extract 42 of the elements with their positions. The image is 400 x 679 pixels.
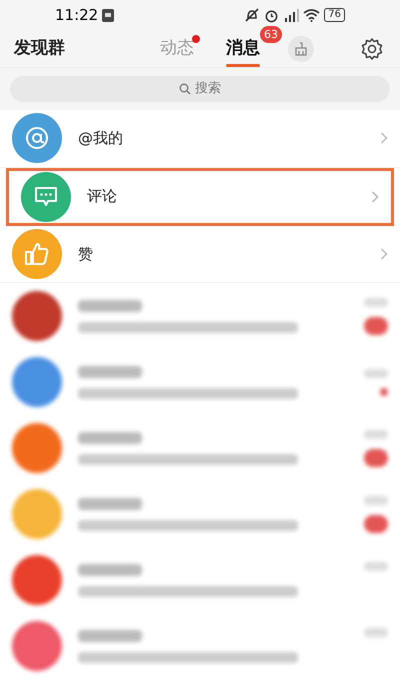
discover-groups-link[interactable]: 发现群 <box>14 36 144 62</box>
blurred-title <box>78 366 142 378</box>
message-category-item[interactable]: 赞 <box>0 226 400 283</box>
blurred-badge <box>364 316 388 334</box>
signal-icon <box>283 8 300 22</box>
blurred-time <box>364 496 388 504</box>
mute-icon <box>244 7 260 23</box>
chevron-right-icon <box>380 248 388 260</box>
search-icon <box>179 83 191 96</box>
thumbs-up-icon <box>24 242 50 266</box>
notification-icon <box>102 8 114 22</box>
blurred-time <box>364 298 388 306</box>
search-placeholder: 搜索 <box>195 80 221 98</box>
blurred-title <box>78 300 142 312</box>
broom-icon <box>294 42 308 56</box>
blurred-title <box>78 564 142 576</box>
broom-button[interactable] <box>288 36 314 62</box>
blurred-time <box>364 628 388 636</box>
category-label: 赞 <box>78 244 94 265</box>
speech-bubble-icon <box>34 186 58 208</box>
message-category-item[interactable]: 评论 <box>6 168 394 226</box>
status-time: 11:22 <box>55 4 98 26</box>
settings-icon[interactable] <box>360 36 384 61</box>
alarm-icon <box>264 8 280 22</box>
blurred-time <box>364 430 388 438</box>
message-category-item[interactable]: @我的 <box>0 110 400 168</box>
chevron-right-icon <box>371 190 379 203</box>
category-label: @我的 <box>78 128 124 150</box>
blurred-time <box>364 368 388 378</box>
blurred-title <box>78 498 142 510</box>
category-label: 评论 <box>87 186 118 208</box>
blurred-title <box>78 630 142 642</box>
blurred-time <box>364 562 388 570</box>
battery-indicator: 76 <box>324 8 345 22</box>
blurred-badge <box>364 514 388 532</box>
tab[interactable]: 消息 <box>226 36 260 62</box>
search-field[interactable]: 搜索 <box>10 76 390 102</box>
chevron-right-icon <box>380 132 388 144</box>
at-sign-icon <box>24 125 50 152</box>
wifi-icon <box>303 8 320 22</box>
blurred-title <box>78 432 142 444</box>
blurred-badge <box>364 448 388 466</box>
